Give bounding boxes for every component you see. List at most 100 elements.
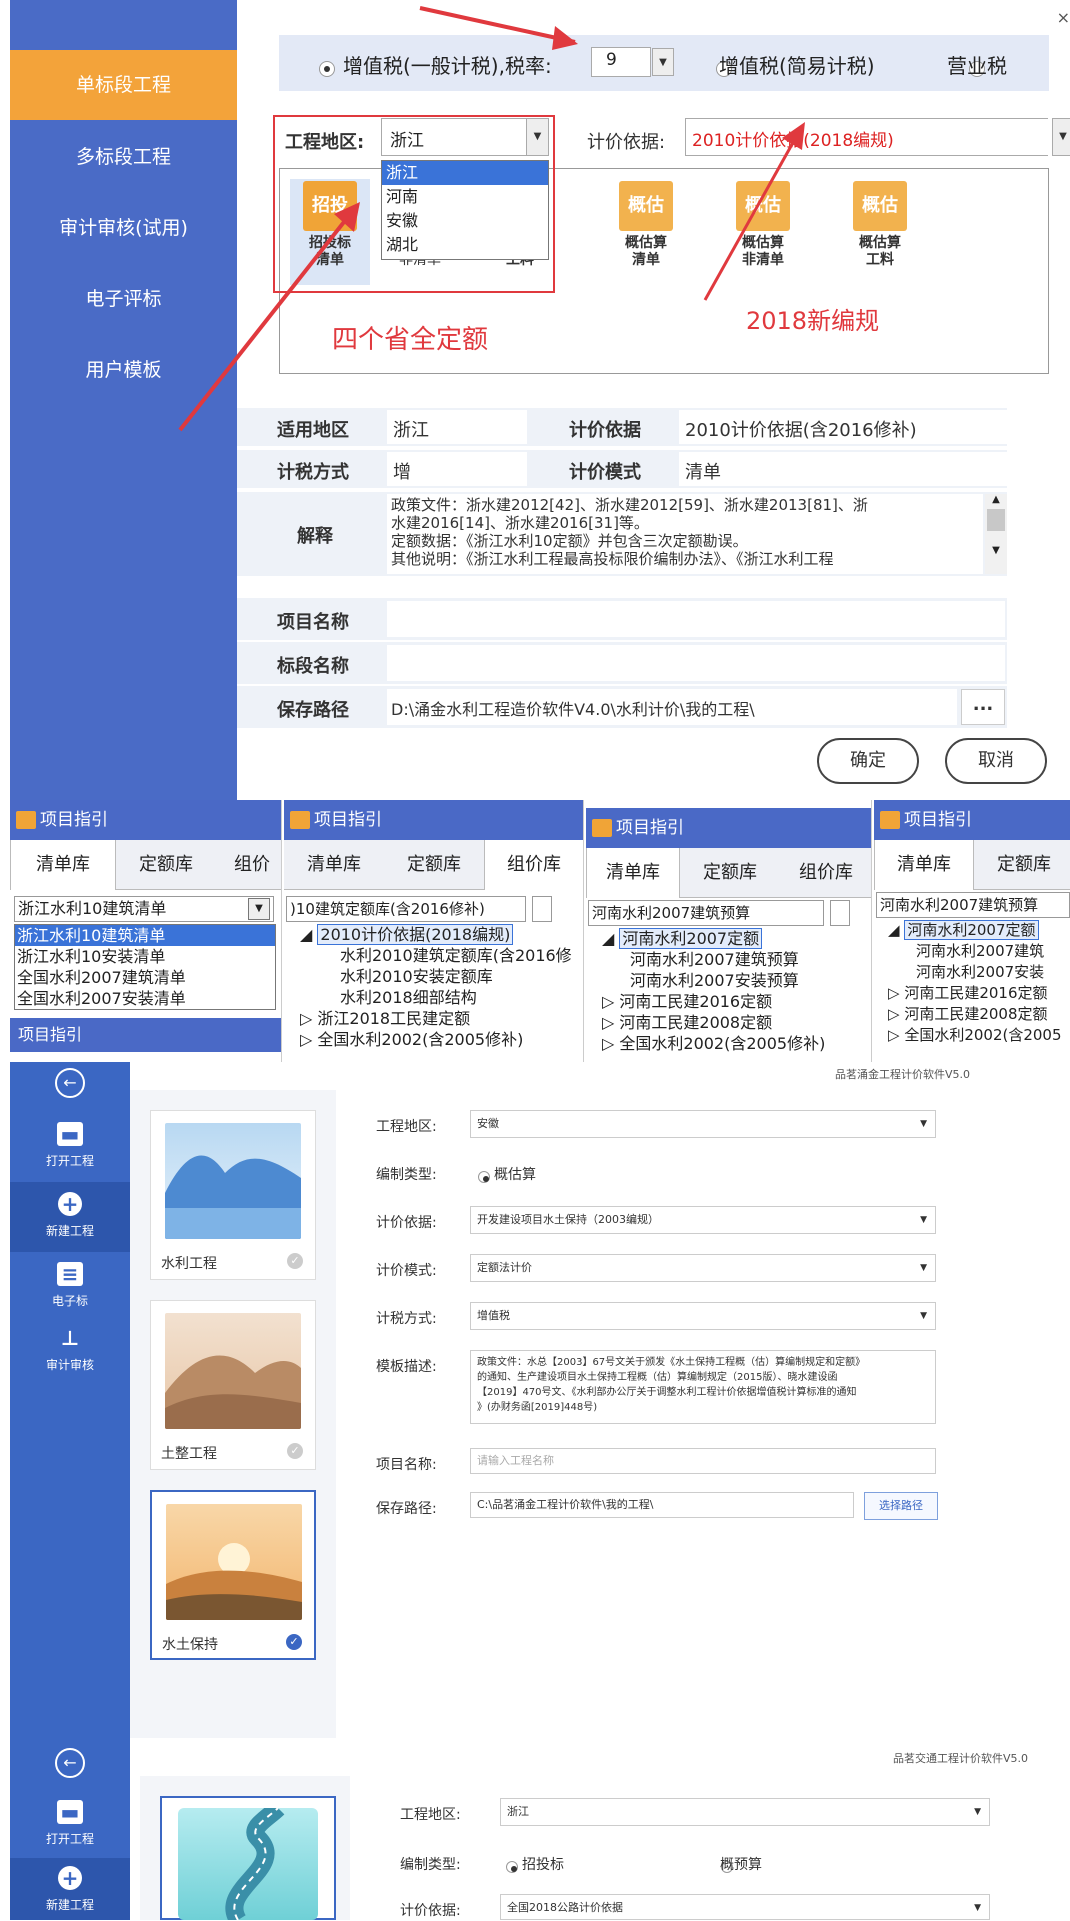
tree-node[interactable]: ▷ 浙江2018工民建定额 [300, 1008, 572, 1029]
tab-quota-library[interactable]: 定额库 [680, 848, 780, 898]
chevron-down-icon: ▼ [974, 1807, 981, 1817]
desc-textarea[interactable]: 政策文件：水总【2003】67号文关于颁发《水土保持工程概（估）算编制规定和定额… [470, 1350, 936, 1424]
tab-bill-library[interactable]: 清单库 [874, 840, 974, 890]
mode-value: 定额法计价 [477, 1261, 532, 1274]
tree-node[interactable]: ▷ 全国水利2002(含2005修补) [300, 1029, 572, 1050]
tree-node[interactable]: ▷ 河南工民建2016定额 [888, 983, 1062, 1004]
nav-new-project[interactable]: + 新建工程 [10, 1858, 130, 1920]
nav-new-project[interactable]: + 新建工程 [10, 1182, 130, 1252]
tree-node[interactable]: ▷ 全国水利2002(含2005 [888, 1025, 1062, 1046]
sunset-landscape-image [166, 1504, 302, 1620]
tab-price-library[interactable]: 组价库 [780, 848, 871, 898]
nav-label: 审计审核 [45, 1358, 94, 1372]
tree-node[interactable]: 河南水利2007安装预算 [602, 970, 825, 991]
tab-bill-library[interactable]: 清单库 [10, 840, 116, 890]
tree-node[interactable]: ▷ 河南工民建2016定额 [602, 991, 825, 1012]
tree-node[interactable]: ▷ 河南工民建2008定额 [602, 1012, 825, 1033]
library-option[interactable]: 全国水利2007安装清单 [15, 988, 275, 1009]
tree-node[interactable]: 河南水利2007建筑 [888, 941, 1062, 962]
tab-quota-library[interactable]: 定额库 [116, 840, 216, 890]
nav-label: 打开工程 [45, 1154, 94, 1168]
region-label: 工程地区: [400, 1807, 461, 1823]
library-select[interactable]: 河南水利2007建筑预算 [876, 892, 1070, 918]
tool-button[interactable] [532, 896, 552, 922]
tree-node[interactable]: ◢ 2010计价依据(2018编规) [300, 924, 572, 945]
guide-panel-1: 项目指引 清单库 定额库 组价 浙江水利10建筑清单 ▼ 浙江水利10建筑清单 … [10, 800, 282, 1062]
radio-bidding[interactable] [506, 1860, 518, 1873]
tax-value: 增值税 [477, 1309, 510, 1322]
library-select[interactable]: 河南水利2007建筑预算 [588, 900, 824, 926]
back-button[interactable]: ← [10, 1748, 130, 1788]
region-select[interactable]: 安徽 ▼ [470, 1110, 936, 1138]
nav-open-project[interactable]: ▬ 打开工程 [10, 1112, 130, 1180]
document-icon: ≡ [57, 1262, 83, 1286]
mode-select[interactable]: 定额法计价 ▼ [470, 1254, 936, 1282]
tab-price-library[interactable]: 组价库 [484, 840, 583, 890]
chevron-down-icon: ▼ [920, 1311, 927, 1321]
new-project-dialog: 单标段工程 多标段工程 审计审核(试用) 电子评标 用户模板 × 增值税(一般计… [0, 0, 1070, 800]
tree-node[interactable]: 水利2010建筑定额库(含2016修 [300, 945, 572, 966]
card-water-project[interactable]: 水利工程 ✓ [150, 1110, 316, 1280]
radio-estimate[interactable] [478, 1170, 490, 1183]
desert-landscape-image [165, 1313, 301, 1429]
check-icon: ✓ [287, 1443, 303, 1459]
tree-node[interactable]: ▷ 河南工民建2008定额 [888, 1004, 1062, 1025]
tool-button[interactable] [830, 900, 850, 926]
tree-node[interactable]: 水利2018细部结构 [300, 987, 572, 1008]
card-label: 土整工程 [161, 1446, 217, 1462]
name-input[interactable]: 请输入工程名称 [470, 1448, 936, 1474]
tax-select[interactable]: 增值税 ▼ [470, 1302, 936, 1330]
water-landscape-image [165, 1123, 301, 1239]
tax-label: 计税方式: [376, 1311, 437, 1327]
region-select[interactable]: 浙江 ▼ [500, 1798, 990, 1826]
type-option-budget: 概预算 [720, 1857, 762, 1873]
region-value: 浙江 [507, 1805, 529, 1818]
water-conservancy-v5-window: ← ▬ 打开工程 + 新建工程 ≡ 电子标 ⊥ 审计审核 品茗涌金工程计价软件V… [0, 1062, 1070, 1738]
chevron-down-icon[interactable]: ▼ [248, 898, 270, 920]
nav-open-project[interactable]: ▬ 打开工程 [10, 1794, 130, 1856]
library-option[interactable]: 浙江水利10建筑清单 [15, 925, 275, 946]
tree-node[interactable]: ▷ 全国水利2002(含2005修补) [602, 1033, 825, 1054]
tab-quota-library[interactable]: 定额库 [974, 840, 1070, 890]
tree-node[interactable]: 河南水利2007安装 [888, 962, 1062, 983]
choose-path-button[interactable]: 选择路径 [864, 1492, 938, 1520]
basis-select[interactable]: 开发建设项目水土保持（2003编规） ▼ [470, 1206, 936, 1234]
tree-node-label: 2010计价依据(2018编规) [317, 924, 514, 945]
tree-node[interactable]: 河南水利2007建筑预算 [602, 949, 825, 970]
library-select[interactable]: )10建筑定额库(含2016修补) [286, 896, 526, 922]
nav-e-bid[interactable]: ≡ 电子标 [10, 1252, 130, 1320]
nav-label: 打开工程 [45, 1832, 94, 1846]
library-select[interactable]: 浙江水利10建筑清单 [14, 896, 274, 922]
tab-price-library[interactable]: 组价 [222, 840, 281, 890]
project-type-cards: 水利工程 ✓ 土整工程 ✓ 水土保持 ✓ [130, 1090, 336, 1738]
tree-node[interactable]: 水利2010安装定额库 [300, 966, 572, 987]
panel-title: 项目指引 [284, 800, 583, 840]
tab-bill-library[interactable]: 清单库 [586, 848, 680, 898]
tree-node-label: 河南水利2007定额 [904, 920, 1039, 940]
tab-bill-library[interactable]: 清单库 [284, 840, 384, 890]
card-soil-conservation[interactable]: 水土保持 ✓ [150, 1490, 316, 1660]
window-title: 品茗涌金工程计价软件V5.0 [834, 1068, 970, 1081]
mode-label: 计价模式: [376, 1263, 437, 1279]
tree-node-label: 浙江2018工民建定额 [317, 1009, 471, 1028]
desc-label: 模板描述: [376, 1359, 437, 1375]
folder-icon: ▬ [57, 1800, 83, 1824]
basis-label: 计价依据: [400, 1903, 461, 1919]
nav-label: 新建工程 [45, 1224, 94, 1238]
nav-audit[interactable]: ⊥ 审计审核 [10, 1320, 130, 1388]
card-highway[interactable] [160, 1796, 336, 1920]
chevron-down-icon: ▼ [920, 1215, 927, 1225]
tree-node[interactable]: ◢ 河南水利2007定额 [888, 920, 1062, 941]
back-button[interactable]: ← [10, 1068, 130, 1108]
library-option[interactable]: 浙江水利10安装清单 [15, 946, 275, 967]
tree-node[interactable]: ◢ 河南水利2007定额 [602, 928, 825, 949]
library-option[interactable]: 全国水利2007建筑清单 [15, 967, 275, 988]
desc-line: 政策文件：水总【2003】67号文关于颁发《水土保持工程概（估）算编制规定和定额… [477, 1357, 866, 1368]
basis-select[interactable]: 全国2018公路计价依据 ▼ [500, 1894, 990, 1920]
project-type-cards [140, 1776, 350, 1920]
guide-panel-3: 项目指引 清单库 定额库 组价库 河南水利2007建筑预算 ◢ 河南水利2007… [586, 800, 872, 1062]
region-label: 工程地区: [376, 1119, 437, 1135]
card-land-project[interactable]: 土整工程 ✓ [150, 1300, 316, 1470]
tab-quota-library[interactable]: 定额库 [384, 840, 484, 890]
path-input[interactable]: C:\品茗涌金工程计价软件\我的工程\ [470, 1492, 854, 1518]
